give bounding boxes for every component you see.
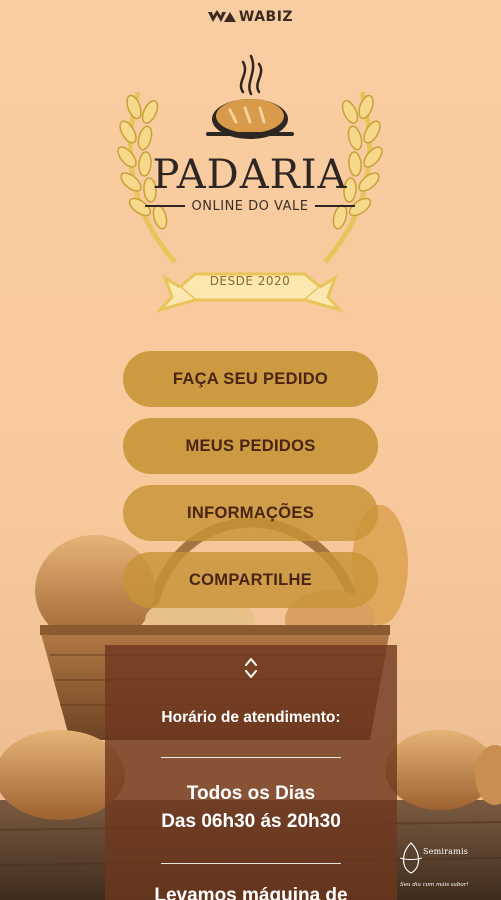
opening-days: Todos os Dias	[186, 783, 316, 804]
watermark-logo: Semiramis Seu dia com mais sabor!	[396, 838, 500, 896]
brand-name: WABIZ	[238, 9, 294, 25]
place-order-button[interactable]: FAÇA SEU PEDIDO	[123, 351, 378, 407]
logo-since: DESDE 2020	[209, 274, 291, 288]
share-button[interactable]: COMPARTILHE	[123, 552, 378, 608]
logo-subtitle: ONLINE DO VALE	[191, 199, 309, 214]
leaf-icon	[399, 842, 423, 874]
my-orders-button[interactable]: MEUS PEDIDOS	[123, 418, 378, 474]
hours-heading: Horário de atendimento:	[161, 709, 341, 726]
logo-title: PADARIA	[152, 152, 348, 198]
divider	[161, 757, 341, 758]
payment-info-text: Levamos máquina de	[154, 885, 348, 900]
steam-icon	[239, 54, 263, 96]
expand-chevrons-icon[interactable]	[244, 657, 258, 679]
info-panel: Horário de atendimento: Todos os Dias Da…	[105, 645, 397, 900]
app-screen: WABIZ PADARIA ONLINE DO VALE DESDE 2020 …	[0, 0, 501, 900]
opening-hours: Das 06h30 ás 20h30	[161, 811, 341, 832]
padaria-logo: PADARIA ONLINE DO VALE DESDE 2020	[100, 52, 400, 332]
brand-header: WABIZ	[0, 9, 501, 25]
wabiz-logo-icon	[207, 10, 236, 22]
watermark-tagline: Seu dia com mais sabor!	[400, 882, 469, 888]
divider	[161, 863, 341, 864]
main-menu: FAÇA SEU PEDIDO MEUS PEDIDOS INFORMAÇÕES…	[123, 351, 378, 619]
bread-icon	[206, 99, 294, 139]
information-button[interactable]: INFORMAÇÕES	[123, 485, 378, 541]
watermark-name: Semiramis	[423, 847, 469, 856]
